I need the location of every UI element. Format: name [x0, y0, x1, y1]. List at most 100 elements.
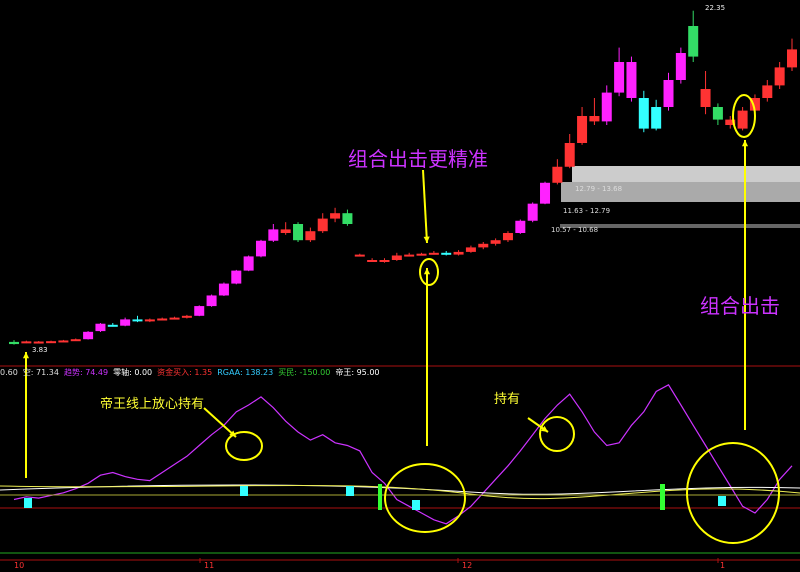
candle-body: [601, 92, 612, 122]
candle-body: [9, 341, 19, 345]
candle-body: [132, 319, 143, 322]
candle-body: [120, 319, 131, 326]
candle-body: [95, 323, 106, 332]
candle-body: [638, 98, 649, 129]
candle-body: [453, 251, 464, 255]
arrow-head: [741, 140, 749, 147]
arrow-head: [423, 236, 430, 243]
candle-body: [391, 255, 402, 260]
candle-body: [46, 341, 57, 344]
candle-body: [255, 240, 266, 257]
range-chip-1: 12.79 - 13.68: [575, 185, 623, 193]
highlight-ellipse: [686, 442, 780, 544]
candle-body: [762, 85, 773, 98]
candle-body: [700, 89, 711, 107]
candle-body: [465, 247, 476, 252]
indicator-item: RGAA: 138.23: [217, 368, 274, 377]
candle-body: [330, 213, 341, 219]
candle-body: [169, 317, 180, 320]
buy-bar: [660, 484, 665, 510]
price-low-label: 3.83: [32, 346, 48, 354]
indicator-item: 帝王: 95.00: [335, 368, 380, 377]
candle-body: [490, 240, 501, 244]
date-label-12: 12: [462, 561, 473, 570]
candle-body: [787, 49, 797, 68]
signal-marker: [240, 486, 248, 496]
candle-body: [21, 341, 32, 344]
annotation-combo-precise: 组合出击更精准: [348, 147, 488, 171]
candle-body: [268, 229, 279, 241]
candle-body: [144, 319, 155, 322]
range-chip-3: 10.57 - 10.68: [551, 226, 599, 234]
candle-body: [552, 166, 563, 183]
candle-body: [293, 224, 304, 241]
indicator-item: 资金买入: 1.35: [157, 368, 213, 377]
signal-marker: [412, 500, 420, 510]
range-box-top: [572, 166, 800, 182]
highlight-ellipse: [225, 431, 263, 461]
signal-marker: [346, 486, 354, 496]
candle-body: [305, 231, 316, 241]
date-label-11: 11: [204, 561, 215, 570]
indicator-item: 买民: -150.00: [278, 368, 331, 377]
candle-body: [181, 315, 192, 318]
arrow-line: [422, 169, 428, 244]
candle-body: [58, 340, 69, 343]
highlight-ellipse: [419, 258, 439, 286]
candle-body: [502, 233, 513, 241]
signal-marker: [718, 496, 726, 506]
candle-body: [342, 213, 353, 224]
signal-line: [0, 484, 800, 500]
highlight-ellipse: [539, 416, 575, 452]
signal-marker: [24, 498, 32, 508]
arrow-head: [423, 268, 431, 275]
candle-body: [83, 331, 94, 340]
candle-body: [663, 80, 674, 107]
candle-body: [515, 220, 526, 233]
arrow-line: [203, 407, 237, 438]
chart-canvas: [0, 10, 800, 563]
date-label-10: 10: [14, 561, 25, 570]
range-chip-2: 11.63 - 12.79: [563, 207, 611, 215]
indicator-item: 零轴: 0.00: [113, 368, 153, 377]
indicator-bar: 0.60 空: 71.34 趋势: 74.49 零轴: 0.00 资金买入: 1.35 R…: [0, 366, 385, 380]
candle-body: [428, 252, 439, 255]
annotation-hold: 持有: [494, 392, 521, 407]
candle-body: [231, 270, 242, 284]
candle-body: [218, 283, 229, 296]
candle-body: [441, 252, 452, 255]
candle-body: [737, 110, 748, 129]
candle-body: [589, 116, 600, 122]
candle-body: [70, 339, 81, 342]
candle-body: [577, 116, 588, 143]
candle-body: [688, 26, 699, 57]
candle-body: [564, 143, 575, 167]
candle-body: [206, 295, 217, 307]
candle-body: [675, 53, 686, 80]
candle-body: [243, 256, 254, 271]
arrow-head: [22, 352, 30, 359]
candle-body: [712, 107, 723, 120]
candle-body: [194, 306, 205, 316]
annotation-hold-line: 帝王线上放心持有: [100, 397, 205, 412]
annotation-combo: 组合出击: [700, 294, 780, 318]
candle-body: [416, 253, 427, 256]
price-high-label: 22.35: [705, 4, 726, 12]
candle-body: [478, 243, 489, 248]
candle-body: [404, 254, 415, 257]
indicator-item: 0.60: [0, 368, 18, 377]
candle-body: [379, 260, 390, 262]
date-label-1: 1: [720, 561, 726, 570]
candle-body: [614, 62, 625, 93]
candle-body: [540, 182, 551, 204]
indicator-item: 趋势: 74.49: [63, 368, 109, 377]
candle-body: [280, 229, 291, 233]
candle-body: [527, 203, 538, 221]
kline-chart: 组合出击更精准 组合出击 帝王线上放心持有 持有 0.60 空: 71.34 趋势:…: [0, 0, 800, 572]
candle-body: [651, 107, 662, 129]
candle-body: [354, 254, 365, 257]
candle-body: [626, 62, 637, 98]
candle-body: [33, 341, 44, 344]
candle-body: [367, 260, 378, 262]
candle-body: [107, 324, 118, 327]
